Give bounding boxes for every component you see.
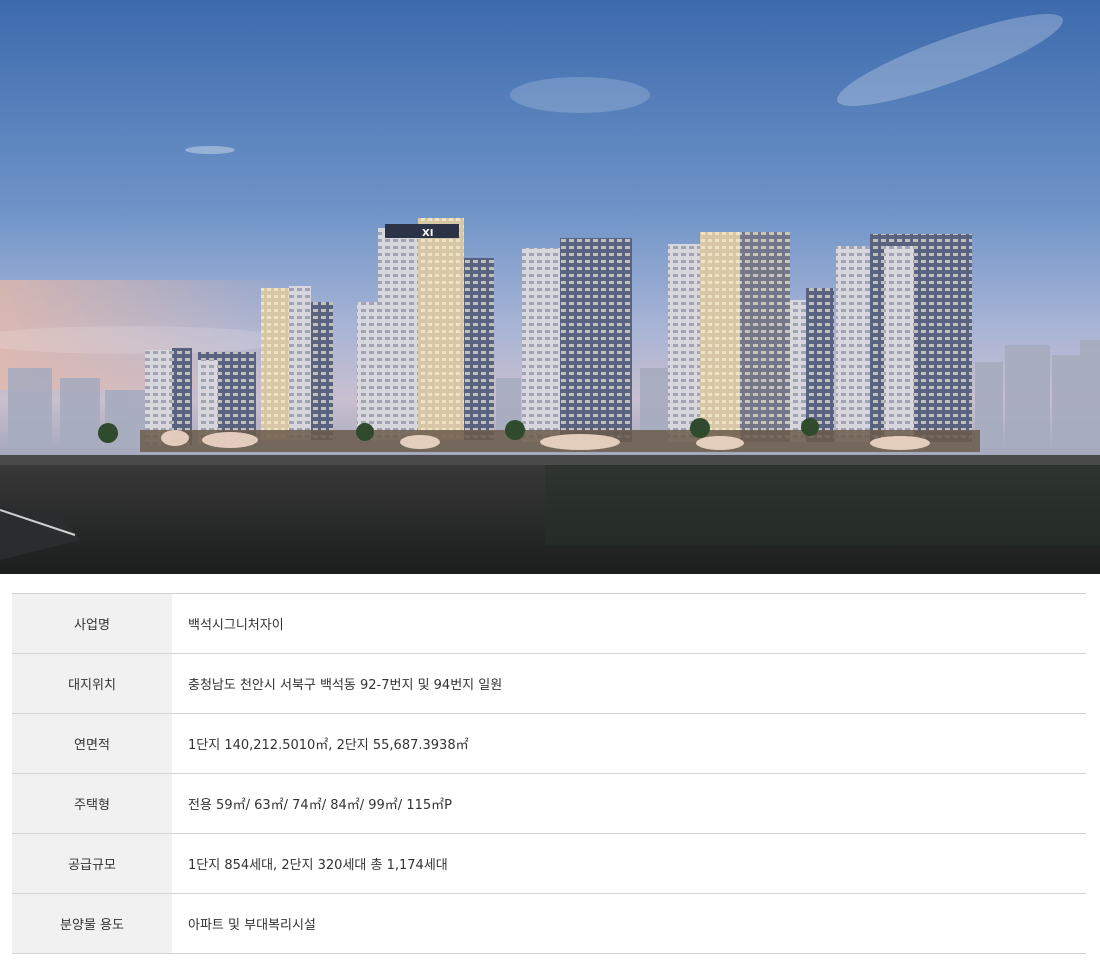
spec-label-usage: 분양물 용도	[12, 893, 172, 954]
spec-value-floor-area: 1단지 140,212.5010㎡, 2단지 55,687.3938㎡	[172, 713, 1086, 774]
spec-label-project-name: 사업명	[12, 593, 172, 654]
spec-label-supply-scale: 공급규모	[12, 833, 172, 894]
svg-text:XI: XI	[422, 228, 433, 239]
spec-value-unit-type: 전용 59㎡/ 63㎡/ 74㎡/ 84㎡/ 99㎡/ 115㎡P	[172, 773, 1086, 834]
spec-value-supply-scale: 1단지 854세대, 2단지 320세대 총 1,174세대	[172, 833, 1086, 894]
spec-value-project-name: 백석시그니처자이	[172, 593, 1086, 654]
spec-value-usage: 아파트 및 부대복리시설	[172, 893, 1086, 954]
table-row: 공급규모 1단지 854세대, 2단지 320세대 총 1,174세대	[12, 833, 1086, 894]
spec-label-location: 대지위치	[12, 653, 172, 714]
spec-label-unit-type: 주택형	[12, 773, 172, 834]
spec-value-location: 충청남도 천안시 서북구 백석동 92-7번지 및 94번지 일원	[172, 653, 1086, 714]
table-row: 사업명 백석시그니처자이	[12, 593, 1086, 654]
apartment-complex-illustration: XI	[0, 0, 1100, 574]
table-row: 분양물 용도 아파트 및 부대복리시설	[12, 893, 1086, 954]
table-row: 주택형 전용 59㎡/ 63㎡/ 74㎡/ 84㎡/ 99㎡/ 115㎡P	[12, 773, 1086, 834]
table-row: 연면적 1단지 140,212.5010㎡, 2단지 55,687.3938㎡	[12, 713, 1086, 774]
hero-rendering-image: XI	[0, 0, 1100, 574]
project-spec-table: 사업명 백석시그니처자이 대지위치 충청남도 천안시 서북구 백석동 92-7번…	[12, 593, 1086, 954]
table-row: 대지위치 충청남도 천안시 서북구 백석동 92-7번지 및 94번지 일원	[12, 653, 1086, 714]
spec-label-floor-area: 연면적	[12, 713, 172, 774]
